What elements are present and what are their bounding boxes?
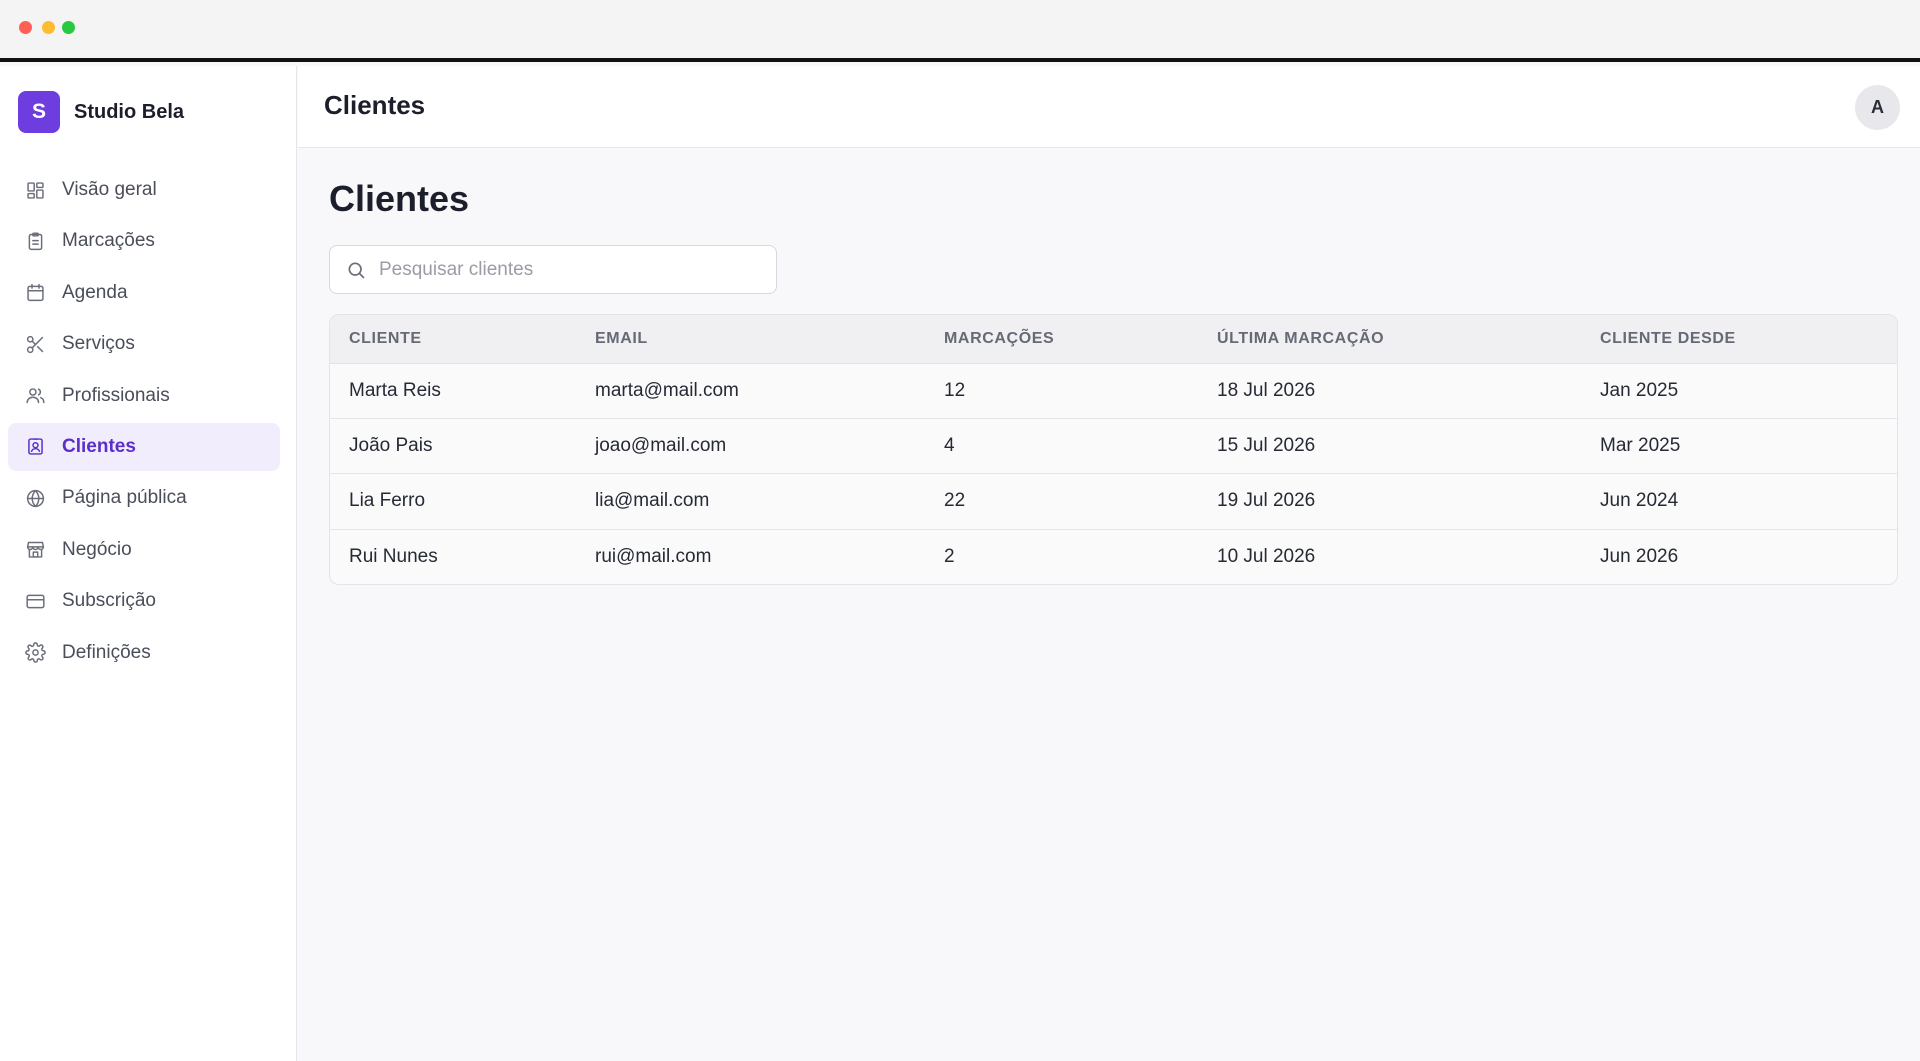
sidebar-item-label: Serviços	[62, 333, 135, 355]
cell-cliente-desde: Jun 2024	[1600, 473, 1897, 530]
column-header-ultima-marcacao[interactable]: ÚLTIMA MARCAÇÃO	[1217, 315, 1600, 364]
avatar[interactable]: A	[1855, 85, 1900, 130]
cell-marcacoes: 12	[944, 379, 966, 401]
cell-cliente: Lia Ferro	[330, 473, 595, 530]
column-header-marcacoes[interactable]: MARCAÇÕES	[944, 315, 1217, 364]
cell-marcacoes: 22	[944, 473, 1217, 530]
sidebar-item-marcacoes[interactable]: Marcações	[8, 217, 280, 265]
sidebar-nav: Visão geral Marcações Agenda Serviços Pr…	[8, 166, 280, 680]
search-icon	[348, 262, 365, 278]
cell-email: rui@mail.com	[595, 528, 944, 584]
cell-cliente: João Pais	[330, 417, 595, 474]
cell-marcacoes: 4	[944, 417, 1217, 474]
brand-logo: S	[18, 91, 60, 133]
sidebar-item-label: Página pública	[62, 487, 187, 509]
cell-cliente: Marta Reis	[349, 379, 441, 401]
scissors-icon	[24, 333, 46, 355]
calendar-icon	[24, 282, 46, 304]
brand-name: Studio Bela	[74, 100, 185, 123]
table-row[interactable]: João Pais joao@mail.com 4 15 Jul 2026 Ma…	[330, 417, 1897, 474]
table-header-row: CLIENTE EMAIL MARCAÇÕES ÚLTIMA MARCAÇÃO …	[330, 315, 1897, 364]
search-input[interactable]	[379, 258, 759, 281]
cell-email: marta@mail.com	[595, 379, 739, 401]
cell-cliente-desde: Mar 2025	[1600, 417, 1897, 474]
brand[interactable]: S Studio Bela	[18, 91, 184, 133]
minimize-window-button[interactable]	[42, 21, 55, 34]
title-bar	[0, 0, 1920, 62]
grid-icon	[24, 179, 46, 201]
column-header-email[interactable]: EMAIL	[595, 315, 944, 364]
sidebar-item-pagina-publica[interactable]: Página pública	[8, 474, 280, 522]
search-box	[329, 245, 777, 294]
page-title: Clientes	[329, 178, 470, 219]
sidebar-item-label: Clientes	[62, 435, 136, 457]
gear-icon	[24, 642, 46, 664]
top-header: Clientes A	[298, 66, 1920, 148]
sidebar-item-label: Visão geral	[62, 179, 157, 200]
contact-card-icon	[24, 436, 46, 458]
clipboard-icon	[24, 230, 46, 252]
cell-ultima-marcacao: 10 Jul 2026	[1217, 528, 1600, 584]
sidebar-item-label: Marcações	[62, 230, 155, 252]
cell-ultima-marcacao: 15 Jul 2026	[1217, 417, 1600, 474]
sidebar-item-profissionais[interactable]: Profissionais	[8, 372, 280, 420]
sidebar-item-subscricao[interactable]: Subscrição	[8, 577, 280, 625]
sidebar-item-clientes[interactable]: Clientes	[8, 422, 280, 471]
column-header-cliente[interactable]: CLIENTE	[330, 315, 595, 364]
table-row[interactable]: Marta Reis marta@mail.com 12 18 Jul 2026…	[330, 363, 1897, 418]
cell-email: joao@mail.com	[595, 417, 944, 474]
sidebar-item-label: Subscrição	[62, 590, 156, 612]
store-icon	[24, 539, 46, 561]
cell-marcacoes: 2	[944, 528, 1217, 584]
sidebar-item-label: Negócio	[62, 538, 132, 560]
sidebar-item-negocio[interactable]: Negócio	[8, 526, 280, 574]
sidebar-item-label: Agenda	[62, 281, 128, 303]
table-row[interactable]: Rui Nunes rui@mail.com 2 10 Jul 2026 Jun…	[330, 528, 1897, 584]
table-row[interactable]: Lia Ferro lia@mail.com 22 19 Jul 2026 Ju…	[330, 473, 1897, 530]
cell-email: lia@mail.com	[595, 473, 944, 530]
cell-cliente-desde: Jan 2025	[1600, 379, 1679, 401]
clients-table: CLIENTE EMAIL MARCAÇÕES ÚLTIMA MARCAÇÃO …	[329, 314, 1898, 585]
cell-ultima-marcacao: 18 Jul 2026	[1217, 379, 1316, 401]
sidebar-item-definicoes[interactable]: Definições	[8, 629, 280, 677]
cell-cliente-desde: Jun 2026	[1600, 528, 1897, 584]
credit-card-icon	[24, 590, 46, 612]
sidebar: S Studio Bela Visão geral Marcações Agen…	[0, 66, 297, 1061]
maximize-window-button[interactable]	[62, 21, 75, 34]
globe-icon	[24, 487, 46, 509]
sidebar-item-label: Profissionais	[62, 384, 170, 406]
sidebar-item-servicos[interactable]: Serviços	[8, 320, 280, 368]
header-title: Clientes	[324, 90, 426, 120]
cell-cliente: Rui Nunes	[330, 528, 595, 584]
sidebar-item-label: Definições	[62, 641, 151, 663]
column-header-cliente-desde[interactable]: CLIENTE DESDE	[1600, 315, 1897, 364]
close-window-button[interactable]	[19, 21, 32, 34]
users-icon	[24, 385, 46, 407]
cell-ultima-marcacao: 19 Jul 2026	[1217, 473, 1600, 530]
sidebar-item-visao-geral[interactable]: Visão geral	[8, 166, 280, 214]
app-window: S Studio Bela Visão geral Marcações Agen…	[0, 0, 1920, 1061]
sidebar-item-agenda[interactable]: Agenda	[8, 269, 280, 317]
